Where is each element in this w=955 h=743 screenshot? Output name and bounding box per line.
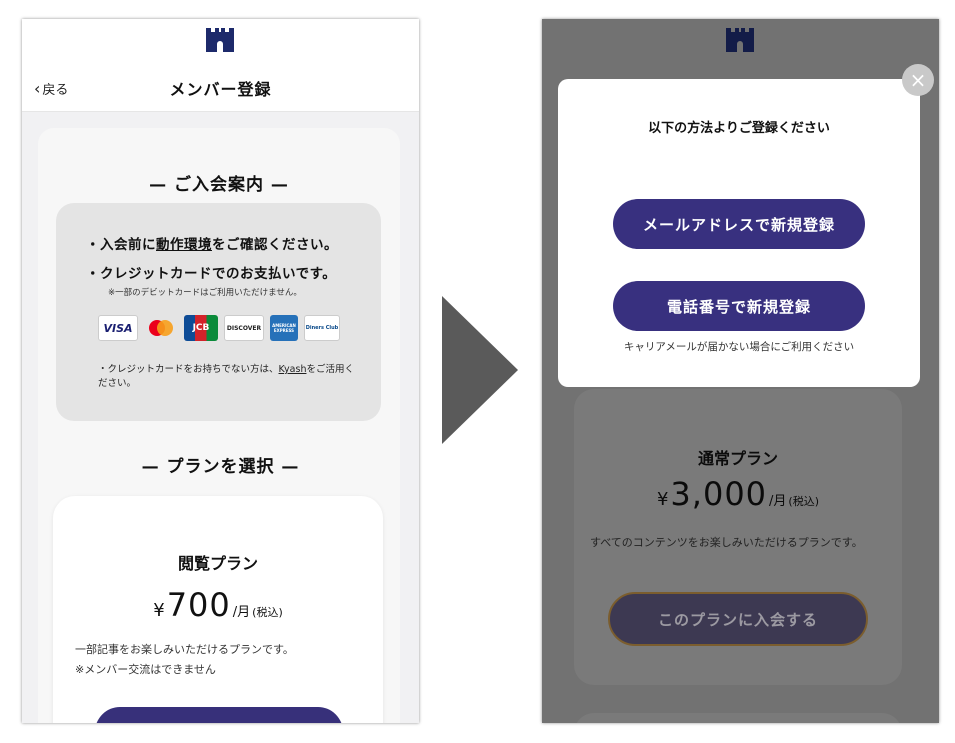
phone-screen-before: ‹ 戻る メンバー登録 — ご入会案内 — ・入会前に動作環境をご確認ください。… (22, 19, 419, 723)
visa-logo: VISA (98, 315, 138, 341)
info-line-environment: ・入会前に動作環境をご確認ください。 (86, 233, 338, 253)
plan-price: ¥ 700 /月 (税込) (53, 586, 383, 624)
register-email-button[interactable]: メールアドレスで新規登録 (613, 199, 865, 249)
plan-card-browse: 閲覧プラン ¥ 700 /月 (税込) 一部記事をお楽しみいただけるプランです。… (53, 496, 383, 723)
kyash-note-prefix: ・クレジットカードをお持ちでない方は、 (98, 364, 279, 375)
mastercard-icon (149, 320, 173, 336)
registration-modal: 以下の方法よりご登録ください メールアドレスで新規登録 電話番号で新規登録 キャ… (558, 79, 920, 387)
plan-note: ※メンバー交流はできません (75, 663, 216, 676)
plan-desc: 一部記事をお楽しみいただけるプランです。 (75, 643, 294, 656)
kyash-link[interactable]: Kyash (279, 364, 307, 375)
diners-logo: Diners Club (304, 315, 340, 341)
price-tax: (税込) (252, 606, 283, 619)
castle-logo-icon (206, 28, 234, 52)
plan-name: 閲覧プラン (177, 554, 258, 573)
mastercard-logo (144, 315, 178, 341)
modal-note: キャリアメールが届かない場合にご利用ください (623, 341, 855, 353)
jcb-logo: JCB (184, 315, 218, 341)
section-title-info: — ご入会案内 — (149, 175, 289, 195)
header: ‹ 戻る メンバー登録 (22, 19, 419, 112)
section-title-plan: — プランを選択 — (141, 457, 300, 477)
kyash-note: ・クレジットカードをお持ちでない方は、Kyashをご活用ください。 (98, 363, 358, 391)
price-amount: 700 (166, 586, 231, 624)
modal-title: 以下の方法よりご登録ください (648, 121, 830, 136)
close-icon[interactable]: × (902, 64, 934, 96)
environment-link[interactable]: 動作環境 (156, 237, 212, 253)
arrow-right-icon (442, 296, 518, 444)
discover-logo: DISCOVER (224, 315, 264, 341)
page-title: メンバー登録 (169, 80, 272, 99)
card-brand-logos: VISA JCB DISCOVER AMERICAN EXPRESS Diner… (98, 315, 340, 341)
info-line1-prefix: ・入会前に (86, 237, 156, 253)
register-phone-button[interactable]: 電話番号で新規登録 (613, 281, 865, 331)
info-line-credit: ・クレジットカードでのお支払いです。 (86, 266, 337, 282)
amex-logo: AMERICAN EXPRESS (270, 315, 298, 341)
phone-screen-after: 通常プラン ¥ 3,000 /月 (税込) すべてのコンテンツをお楽しみいただけ… (542, 19, 939, 723)
info-line1-suffix: をご確認ください。 (212, 237, 338, 253)
info-box: ・入会前に動作環境をご確認ください。 ・クレジットカードでのお支払いです。 ※一… (56, 203, 381, 421)
info-note: ※一部のデビットカードはご利用いただけません。 (108, 288, 302, 298)
price-unit: /月 (232, 605, 251, 620)
join-plan-button[interactable] (95, 707, 343, 723)
price-yen: ¥ (153, 600, 165, 621)
